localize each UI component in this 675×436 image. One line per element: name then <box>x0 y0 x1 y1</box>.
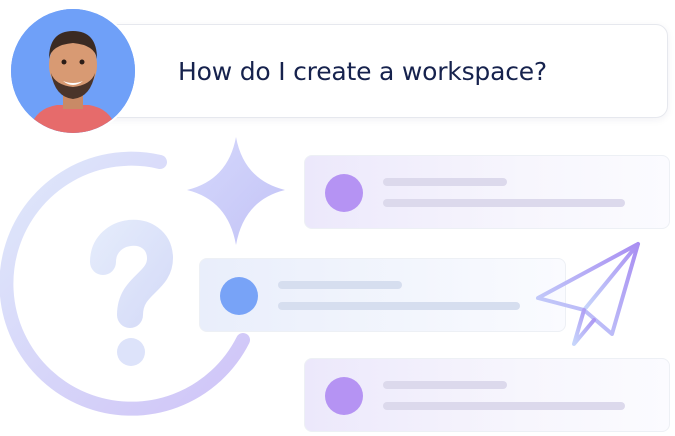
question-bubble: How do I create a workspace? <box>62 24 668 118</box>
result-dot <box>325 377 363 415</box>
question-mark-icon <box>90 219 173 366</box>
paper-plane-icon <box>536 242 640 346</box>
sparkle-icon <box>187 137 285 245</box>
result-card <box>199 258 566 332</box>
person-avatar-icon <box>11 9 135 133</box>
result-card <box>304 358 670 432</box>
placeholder-line <box>383 402 625 410</box>
question-text: How do I create a workspace? <box>178 57 547 86</box>
placeholder-line <box>383 178 507 186</box>
result-dot <box>325 174 363 212</box>
result-dot <box>220 277 258 315</box>
result-card <box>304 155 670 229</box>
placeholder-line <box>278 302 520 310</box>
placeholder-line <box>383 381 507 389</box>
placeholder-line <box>383 199 625 207</box>
placeholder-line <box>278 281 402 289</box>
avatar <box>11 9 135 133</box>
